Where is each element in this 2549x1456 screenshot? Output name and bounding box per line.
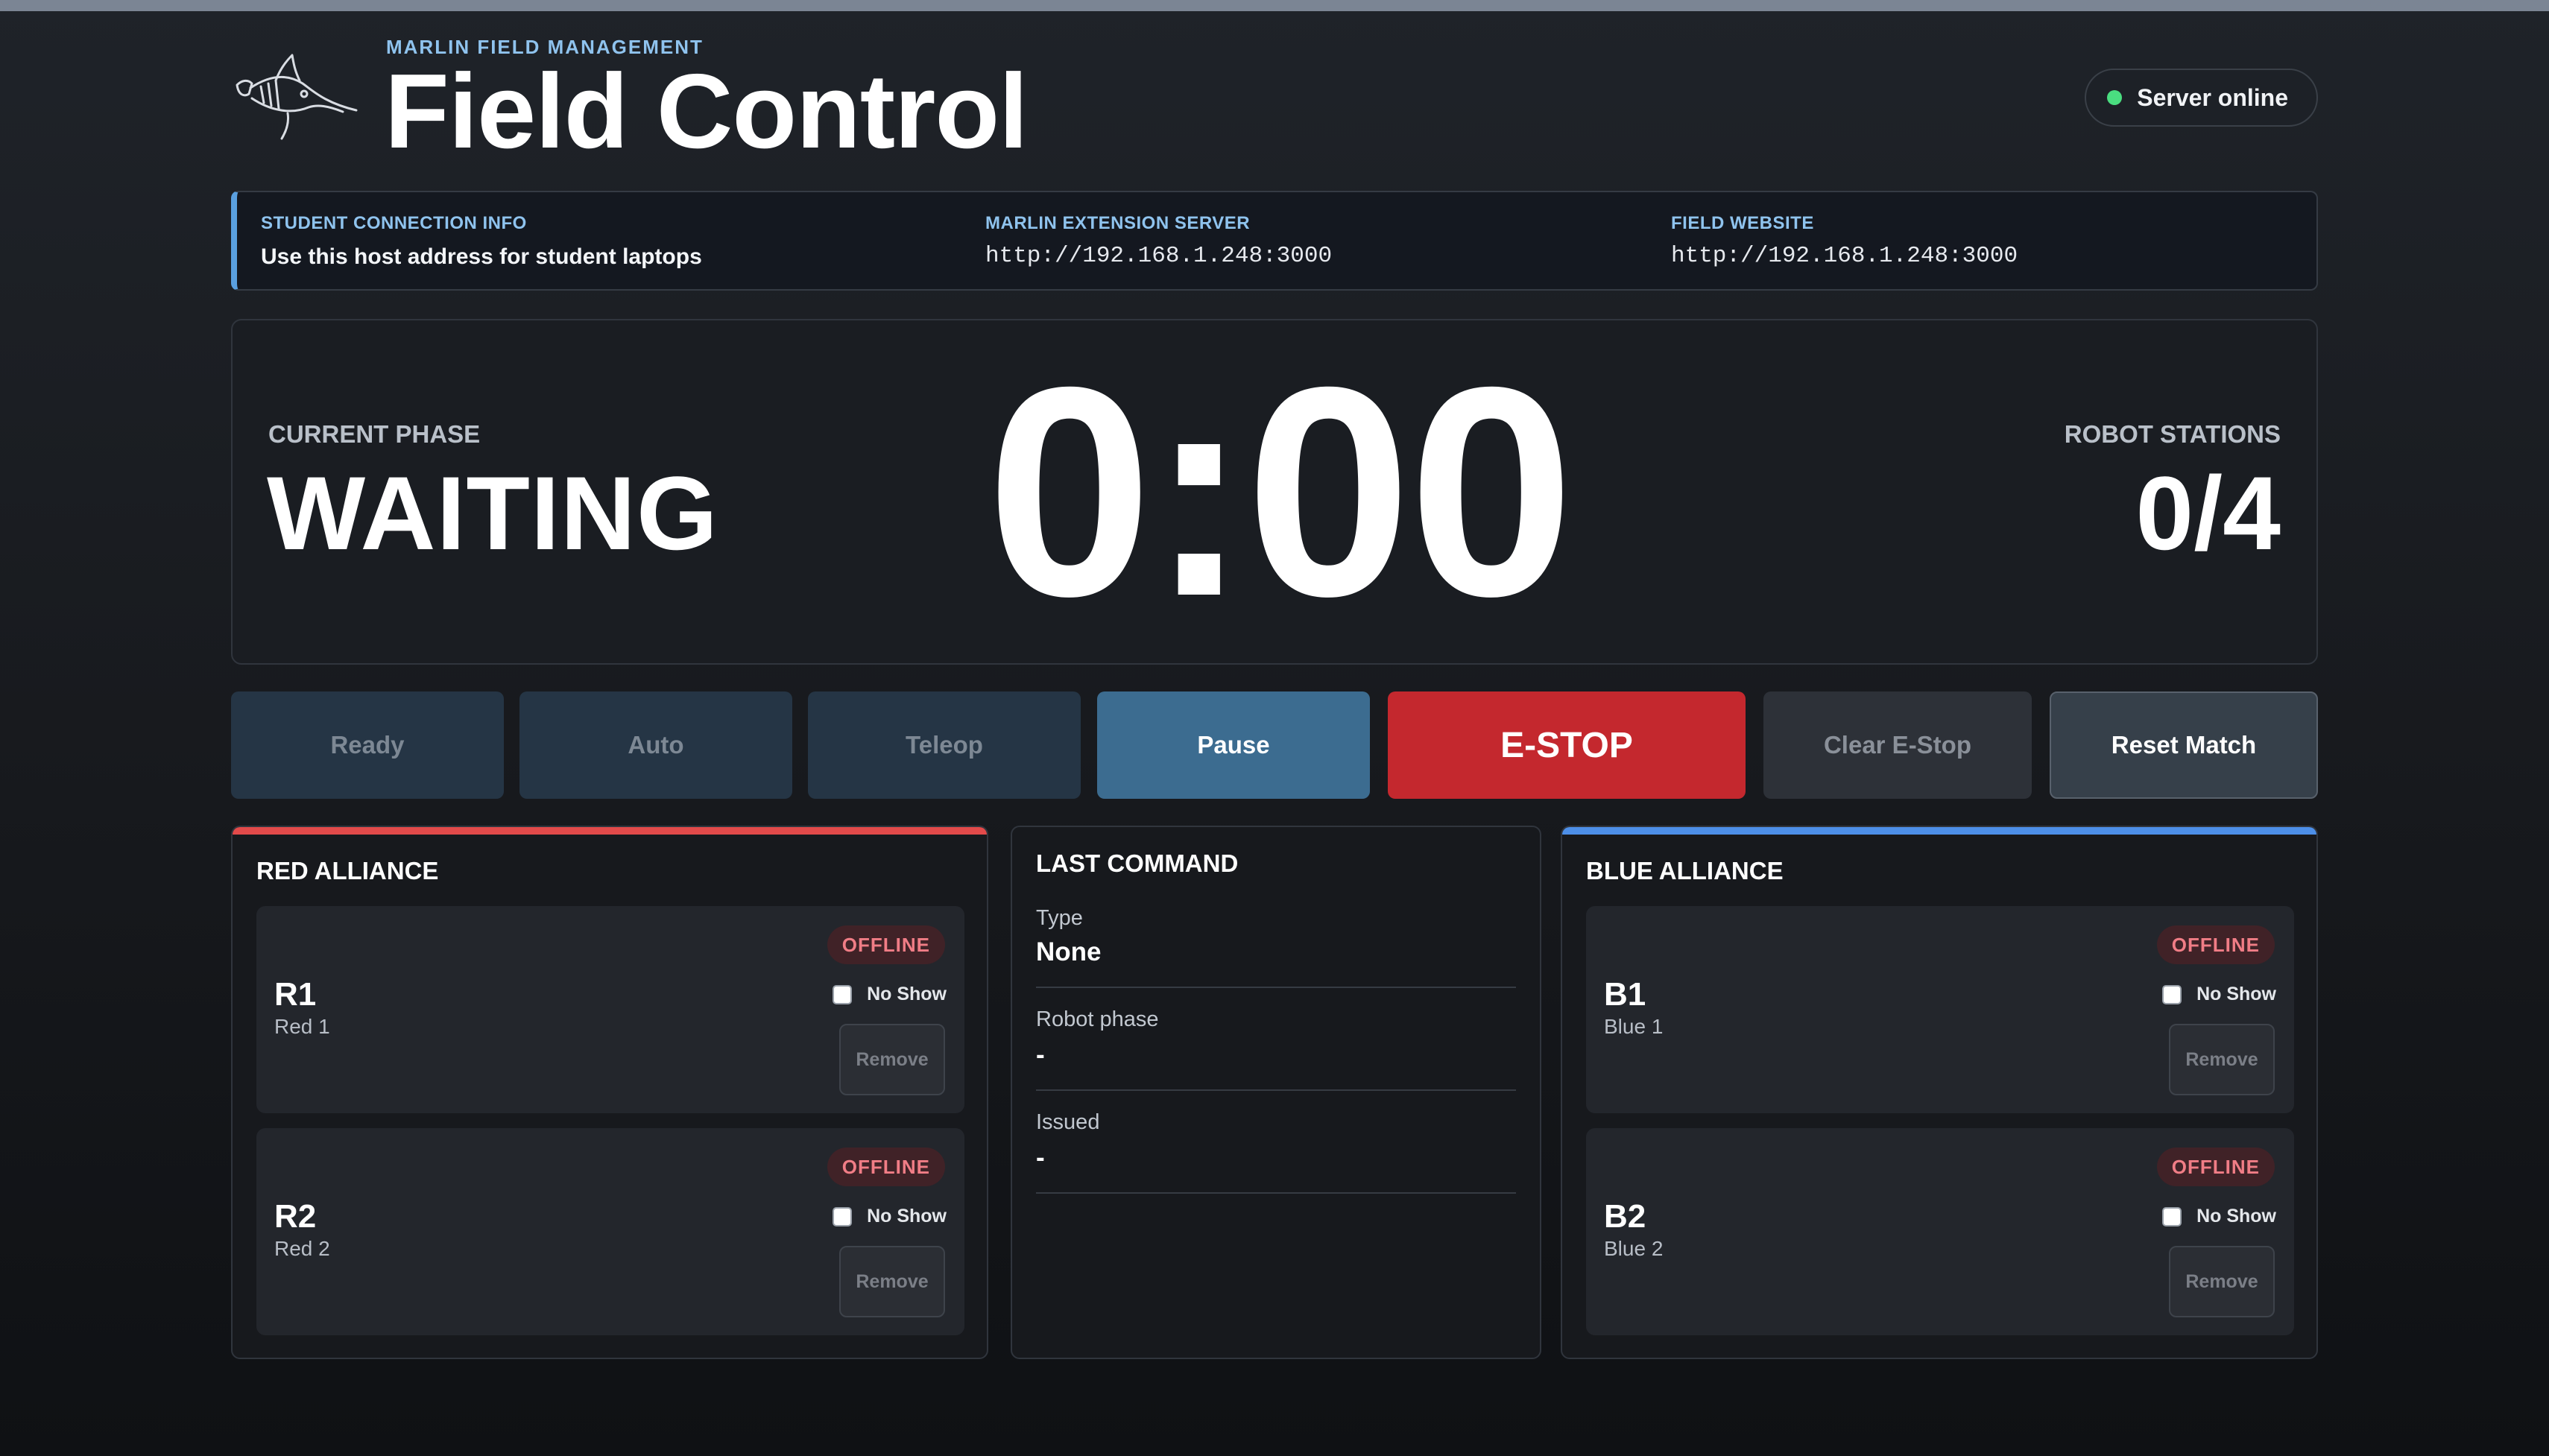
extension-server-url[interactable]: http://192.168.1.248:3000: [985, 243, 1332, 269]
robot-name: Blue 2: [1604, 1237, 1664, 1260]
teleop-button[interactable]: Teleop: [808, 691, 1081, 799]
robot-id: B1: [1604, 976, 1646, 1013]
no-show-toggle[interactable]: No Show: [2162, 984, 2276, 1005]
page-title: Field Control: [385, 52, 1029, 171]
page-container: MARLIN FIELD MANAGEMENT Field Control Se…: [231, 0, 2318, 1359]
no-show-label: No Show: [2196, 984, 2276, 1004]
status-badge: OFFLINE: [2156, 925, 2275, 964]
remove-button[interactable]: Remove: [839, 1024, 945, 1095]
robot-card-r1: OFFLINE R1 Red 1 No Show Remove: [256, 906, 964, 1113]
ready-button[interactable]: Ready: [231, 691, 504, 799]
server-status-badge: Server online: [2085, 69, 2318, 127]
robot-id: R2: [274, 1198, 317, 1235]
no-show-checkbox[interactable]: [2162, 984, 2182, 1004]
no-show-checkbox[interactable]: [833, 984, 853, 1004]
red-alliance-panel: RED ALLIANCE OFFLINE R1 Red 1 No Show Re…: [231, 826, 988, 1359]
status-badge: OFFLINE: [2156, 1148, 2275, 1186]
student-connection-label: STUDENT CONNECTION INFO: [261, 213, 527, 233]
no-show-toggle[interactable]: No Show: [2162, 1206, 2276, 1227]
status-dot-icon: [2107, 90, 2123, 105]
match-controls: Ready Auto Teleop Pause E-STOP Clear E-S…: [231, 691, 2318, 800]
connection-info-bar: STUDENT CONNECTION INFO Use this host ad…: [231, 191, 2318, 291]
last-command-panel: LAST COMMAND Type None Robot phase - Iss…: [1011, 826, 1541, 1359]
field-website-info: FIELD WEBSITE http://192.168.1.248:3000: [1671, 213, 2018, 269]
robot-card-b1: OFFLINE B1 Blue 1 No Show Remove: [1586, 906, 2294, 1113]
robot-stations-label: ROBOT STATIONS: [2064, 420, 2281, 448]
robot-card-r2: OFFLINE R2 Red 2 No Show Remove: [256, 1128, 964, 1335]
command-type-label: Type: [1036, 906, 1083, 930]
blue-alliance-panel: BLUE ALLIANCE OFFLINE B1 Blue 1 No Show …: [1561, 826, 2318, 1359]
current-phase-label: CURRENT PHASE: [268, 420, 481, 448]
issued-label: Issued: [1036, 1110, 1100, 1134]
robot-id: R1: [274, 976, 317, 1013]
no-show-toggle[interactable]: No Show: [833, 1206, 947, 1227]
extension-server-info: MARLIN EXTENSION SERVER http://192.168.1…: [985, 213, 1332, 269]
command-type-value: None: [1036, 937, 1102, 966]
match-status-panel: CURRENT PHASE WAITING 0:00 ROBOT STATION…: [231, 319, 2318, 665]
robot-card-b2: OFFLINE B2 Blue 2 No Show Remove: [1586, 1128, 2294, 1335]
robot-name: Red 1: [274, 1015, 330, 1038]
marlin-fish-logo-icon: [236, 54, 358, 140]
remove-button[interactable]: Remove: [2169, 1246, 2275, 1317]
status-badge: OFFLINE: [827, 925, 945, 964]
robot-phase-value: -: [1036, 1040, 1045, 1069]
no-show-label: No Show: [2196, 1206, 2276, 1226]
student-connection-text: Use this host address for student laptop…: [261, 244, 702, 269]
header: MARLIN FIELD MANAGEMENT Field Control Se…: [231, 0, 2318, 179]
red-alliance-accent: [233, 827, 987, 835]
no-show-label: No Show: [867, 984, 947, 1004]
blue-alliance-accent: [1562, 827, 2316, 835]
robot-stations-value: 0/4: [2135, 455, 2281, 572]
estop-button[interactable]: E-STOP: [1388, 691, 1746, 799]
divider: [1036, 1089, 1516, 1091]
divider: [1036, 1192, 1516, 1194]
server-status-label: Server online: [2137, 83, 2288, 111]
robot-id: B2: [1604, 1198, 1646, 1235]
extension-server-label: MARLIN EXTENSION SERVER: [985, 213, 1251, 233]
last-command-title: LAST COMMAND: [1036, 849, 1239, 877]
clear-estop-button[interactable]: Clear E-Stop: [1763, 691, 2032, 799]
no-show-checkbox[interactable]: [2162, 1206, 2182, 1226]
reset-match-button[interactable]: Reset Match: [2050, 691, 2318, 799]
pause-button[interactable]: Pause: [1097, 691, 1370, 799]
current-phase-value: WAITING: [267, 455, 718, 572]
field-website-url[interactable]: http://192.168.1.248:3000: [1671, 243, 2018, 269]
match-timer: 0:00: [986, 325, 1575, 658]
auto-button[interactable]: Auto: [519, 691, 792, 799]
no-show-toggle[interactable]: No Show: [833, 984, 947, 1005]
field-website-label: FIELD WEBSITE: [1671, 213, 1814, 233]
no-show-checkbox[interactable]: [833, 1206, 853, 1226]
remove-button[interactable]: Remove: [2169, 1024, 2275, 1095]
robot-phase-label: Robot phase: [1036, 1007, 1159, 1031]
remove-button[interactable]: Remove: [839, 1246, 945, 1317]
issued-value: -: [1036, 1143, 1045, 1172]
status-badge: OFFLINE: [827, 1148, 945, 1186]
no-show-label: No Show: [867, 1206, 947, 1226]
student-connection-info: STUDENT CONNECTION INFO Use this host ad…: [261, 213, 702, 270]
blue-alliance-title: BLUE ALLIANCE: [1586, 857, 1784, 884]
robot-name: Blue 1: [1604, 1015, 1664, 1038]
red-alliance-title: RED ALLIANCE: [256, 857, 439, 884]
robot-name: Red 2: [274, 1237, 330, 1260]
divider: [1036, 987, 1516, 988]
